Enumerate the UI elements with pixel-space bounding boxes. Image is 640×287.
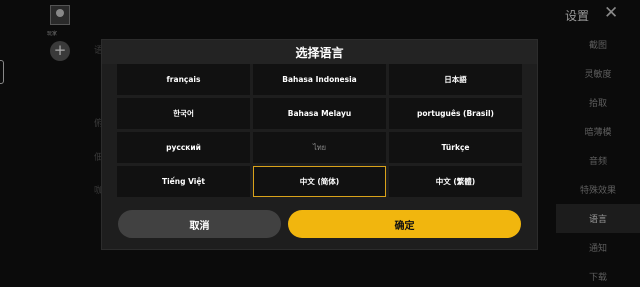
cancel-button[interactable]: 取消	[118, 210, 281, 238]
side-menu-item[interactable]: 灵敏度	[556, 59, 640, 88]
settings-side-menu: 截图 灵敏度 拾取 暗薄模 音频 特殊效果 语言 通知 下载	[556, 30, 640, 287]
language-option[interactable]: 中文 (繁體)	[389, 166, 522, 197]
language-grid: français Bahasa Indonesia 日本語 한국어 Bahasa Mel…	[117, 64, 523, 197]
language-option[interactable]: 한국어	[117, 98, 250, 129]
side-menu-item[interactable]: 语言	[556, 204, 640, 233]
dialog-title: 选择语言	[102, 40, 537, 64]
language-option[interactable]: português (Brasil)	[389, 98, 522, 129]
side-menu-item[interactable]: 截图	[556, 30, 640, 59]
add-icon[interactable]: +	[50, 41, 70, 61]
language-option[interactable]: Bahasa Melayu	[253, 98, 386, 129]
side-menu-item[interactable]: 音频	[556, 146, 640, 175]
side-menu-item[interactable]: 下载	[556, 262, 640, 287]
language-option[interactable]: Tiếng Việt	[117, 166, 250, 197]
side-menu-item[interactable]: 暗薄模	[556, 117, 640, 146]
avatar[interactable]	[50, 5, 70, 25]
side-drawer-handle[interactable]	[0, 60, 4, 84]
confirm-button[interactable]: 确定	[288, 210, 521, 238]
language-option[interactable]: 中文 (简体)	[253, 166, 386, 197]
language-option[interactable]: ไทย	[253, 132, 386, 163]
language-dialog: 选择语言 français Bahasa Indonesia 日本語 한국어 Bahas…	[101, 39, 538, 250]
language-option[interactable]: Türkçe	[389, 132, 522, 163]
side-menu-item[interactable]: 拾取	[556, 88, 640, 117]
settings-title: 设置	[565, 9, 590, 23]
side-menu-item[interactable]: 通知	[556, 233, 640, 262]
close-icon[interactable]: ✕	[604, 3, 618, 23]
player-name: 玩家	[47, 31, 58, 37]
side-menu-item[interactable]: 特殊效果	[556, 175, 640, 204]
language-option[interactable]: 日本語	[389, 64, 522, 95]
language-option[interactable]: français	[117, 64, 250, 95]
language-option[interactable]: русский	[117, 132, 250, 163]
language-option[interactable]: Bahasa Indonesia	[253, 64, 386, 95]
